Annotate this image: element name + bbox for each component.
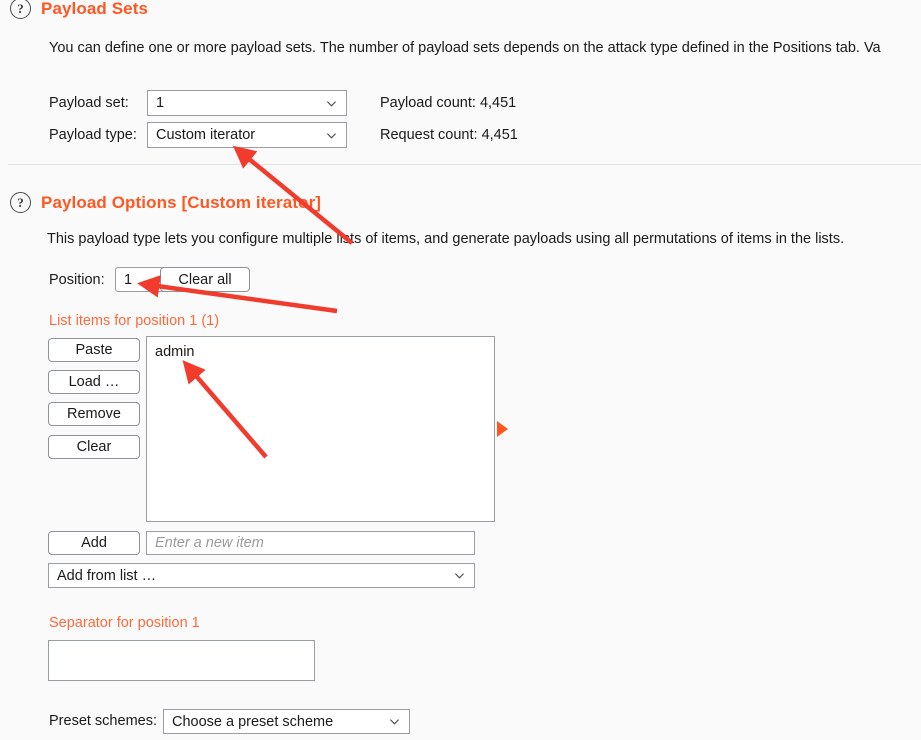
add-from-list-select[interactable]: Add from list … — [48, 563, 475, 588]
position-value: 1 — [124, 271, 133, 288]
preset-schemes-select[interactable]: Choose a preset scheme — [163, 709, 410, 734]
position-label: Position: — [49, 272, 105, 288]
load-button[interactable]: Load … — [48, 370, 140, 394]
clear-button-label: Clear — [76, 439, 112, 455]
chevron-down-icon — [389, 719, 400, 725]
payload-sets-title: Payload Sets — [41, 0, 149, 18]
paste-button[interactable]: Paste — [48, 338, 140, 362]
chevron-down-icon — [326, 100, 337, 107]
paste-button-label: Paste — [75, 342, 113, 358]
add-button[interactable]: Add — [48, 531, 140, 555]
clear-all-label: Clear all — [178, 271, 232, 288]
load-button-label: Load … — [68, 374, 120, 390]
chevron-down-icon — [326, 132, 337, 139]
payload-set-label: Payload set: — [49, 95, 129, 111]
payload-sets-description: You can define one or more payload sets.… — [49, 40, 881, 56]
add-button-label: Add — [81, 535, 107, 551]
payload-set-value: 1 — [156, 95, 165, 111]
play-triangle-icon[interactable] — [497, 421, 508, 437]
remove-button[interactable]: Remove — [48, 402, 140, 426]
list-items-label: List items for position 1 (1) — [49, 313, 220, 329]
separator-label: Separator for position 1 — [49, 615, 200, 631]
preset-schemes-label: Preset schemes: — [49, 713, 157, 729]
help-icon-payload-sets[interactable]: ? — [10, 0, 31, 19]
payload-options-description: This payload type lets you configure mul… — [47, 231, 845, 247]
clear-all-button[interactable]: Clear all — [160, 267, 250, 292]
payload-items-list[interactable]: admin — [146, 336, 495, 522]
payload-count: Payload count: 4,451 — [380, 95, 517, 111]
section-divider — [8, 164, 921, 165]
chevron-down-icon — [454, 573, 465, 579]
add-from-list-label: Add from list … — [57, 567, 157, 584]
payload-type-value: Custom iterator — [156, 127, 256, 143]
separator-input[interactable] — [48, 640, 315, 681]
remove-button-label: Remove — [67, 406, 121, 422]
payload-options-header: ? Payload Options [Custom iterator] — [10, 192, 321, 213]
payload-type-label: Payload type: — [49, 127, 137, 143]
payload-options-title: Payload Options [Custom iterator] — [41, 192, 322, 212]
help-icon-payload-options[interactable]: ? — [10, 192, 31, 213]
new-item-placeholder: Enter a new item — [155, 535, 264, 551]
clear-button[interactable]: Clear — [48, 435, 140, 459]
request-count: Request count: 4,451 — [380, 127, 518, 143]
payload-config-panel: ? Payload Sets You can define one or mor… — [0, 0, 921, 740]
payload-set-select[interactable]: 1 — [147, 90, 347, 116]
payload-type-select[interactable]: Custom iterator — [147, 122, 347, 148]
payload-sets-header: ? Payload Sets — [10, 0, 148, 19]
list-item[interactable]: admin — [155, 343, 486, 362]
new-item-input[interactable]: Enter a new item — [146, 531, 475, 555]
preset-schemes-value: Choose a preset scheme — [172, 713, 334, 730]
